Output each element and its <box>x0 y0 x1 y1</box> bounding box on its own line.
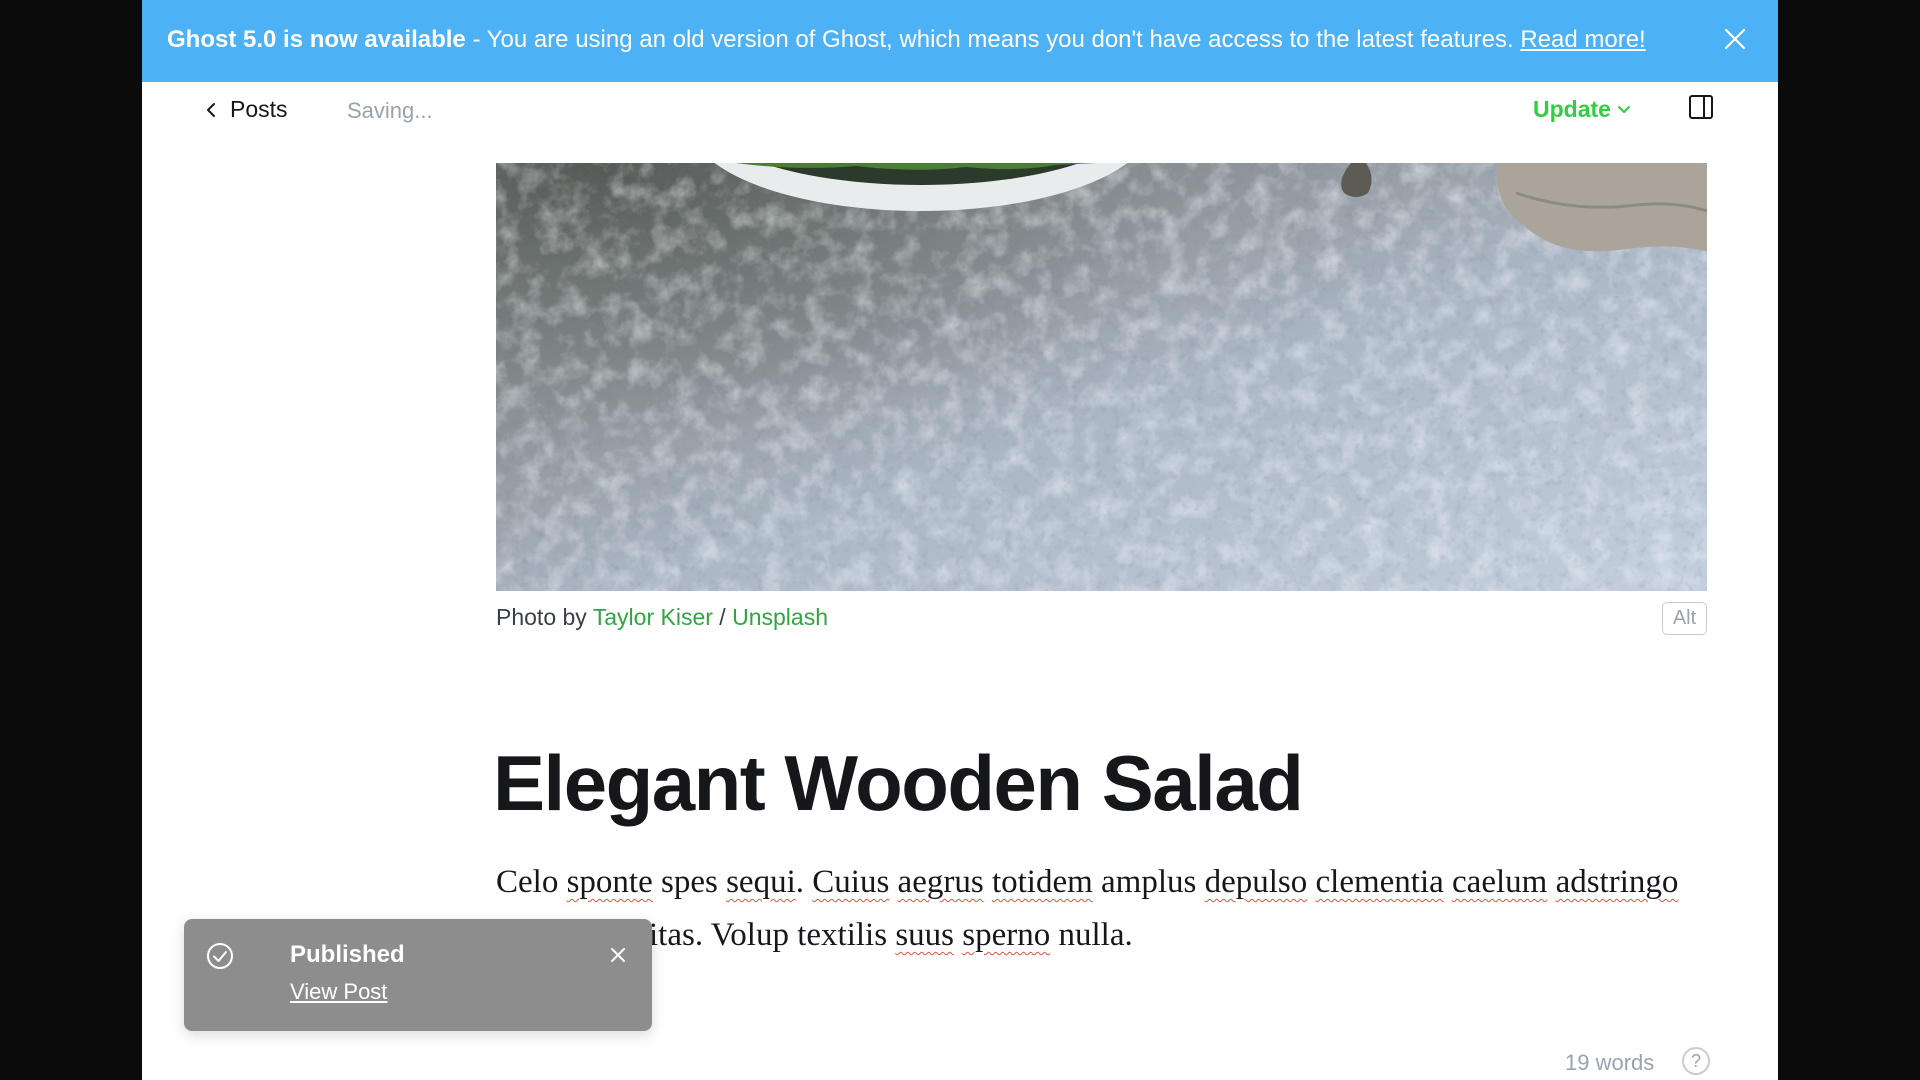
misspelled-word: depulso <box>1204 864 1308 900</box>
misspelled-word: sequi <box>726 864 796 900</box>
misspelled-word: sponte <box>566 864 653 900</box>
close-icon[interactable] <box>1722 26 1748 52</box>
word-count: 19 words <box>1565 1050 1655 1075</box>
misspelled-word: caelum <box>1452 864 1548 900</box>
caption-source-link[interactable]: Unsplash <box>732 604 828 630</box>
caption-author-link[interactable]: Taylor Kiser <box>593 604 713 630</box>
body-text: amplus <box>1092 864 1205 900</box>
body-text: . <box>795 864 813 900</box>
banner-headline: Ghost 5.0 is now available <box>167 26 466 53</box>
body-text: spes <box>652 864 727 900</box>
update-button[interactable]: Update <box>1533 96 1631 123</box>
body-text: Celo <box>496 864 567 900</box>
chevron-left-icon <box>207 102 215 117</box>
misspelled-word: suus <box>895 917 954 953</box>
editor-header: Posts Saving... Update <box>142 82 1778 144</box>
banner-text: - You are using an old version of Ghost,… <box>465 26 1521 53</box>
post-title[interactable]: Elegant Wooden Salad <box>493 738 1304 828</box>
help-button[interactable]: ? <box>1682 1047 1710 1075</box>
chevron-down-icon <box>1617 105 1630 113</box>
view-post-link[interactable]: View Post <box>290 979 387 1005</box>
banner-read-more-link[interactable]: Read more! <box>1520 26 1645 53</box>
misspelled-word: totidem <box>991 864 1093 900</box>
body-text <box>1547 864 1555 900</box>
body-text <box>1307 864 1315 900</box>
update-banner: Ghost 5.0 is now available - You are usi… <box>142 0 1778 82</box>
toast-title: Published <box>290 941 405 968</box>
sidebar-toggle-icon[interactable] <box>1688 94 1714 120</box>
save-status: Saving... <box>347 98 433 123</box>
misspelled-word: sperno <box>962 917 1051 953</box>
back-link-label: Posts <box>230 96 288 122</box>
body-text <box>984 864 992 900</box>
misspelled-word: adstringo <box>1555 864 1679 900</box>
caption-separator: / <box>712 604 733 630</box>
misspelled-word: clementia <box>1315 864 1444 900</box>
caption-prefix: Photo by <box>496 604 593 630</box>
alt-text-button[interactable]: Alt <box>1662 602 1707 635</box>
body-text <box>1444 864 1452 900</box>
published-toast: Published View Post <box>184 919 652 1031</box>
close-icon[interactable] <box>610 947 626 963</box>
check-circle-icon <box>207 943 233 969</box>
editor-window: Ghost 5.0 is now available - You are usi… <box>142 0 1778 1080</box>
update-button-label: Update <box>1533 96 1611 122</box>
banner-message: Ghost 5.0 is now available - You are usi… <box>167 24 1646 56</box>
post-body[interactable]: Celo sponte spes sequi. Cuius aegrus tot… <box>496 856 1716 962</box>
misspelled-word: aegrus <box>897 864 984 900</box>
body-text <box>954 917 962 953</box>
feature-image[interactable] <box>496 163 1707 591</box>
misspelled-word: Cuius <box>812 864 890 900</box>
image-caption[interactable]: Photo by Taylor Kiser / Unsplash <box>496 604 828 631</box>
body-text: nulla. <box>1050 917 1133 953</box>
back-to-posts-link[interactable]: Posts <box>204 96 288 123</box>
body-text <box>889 864 897 900</box>
